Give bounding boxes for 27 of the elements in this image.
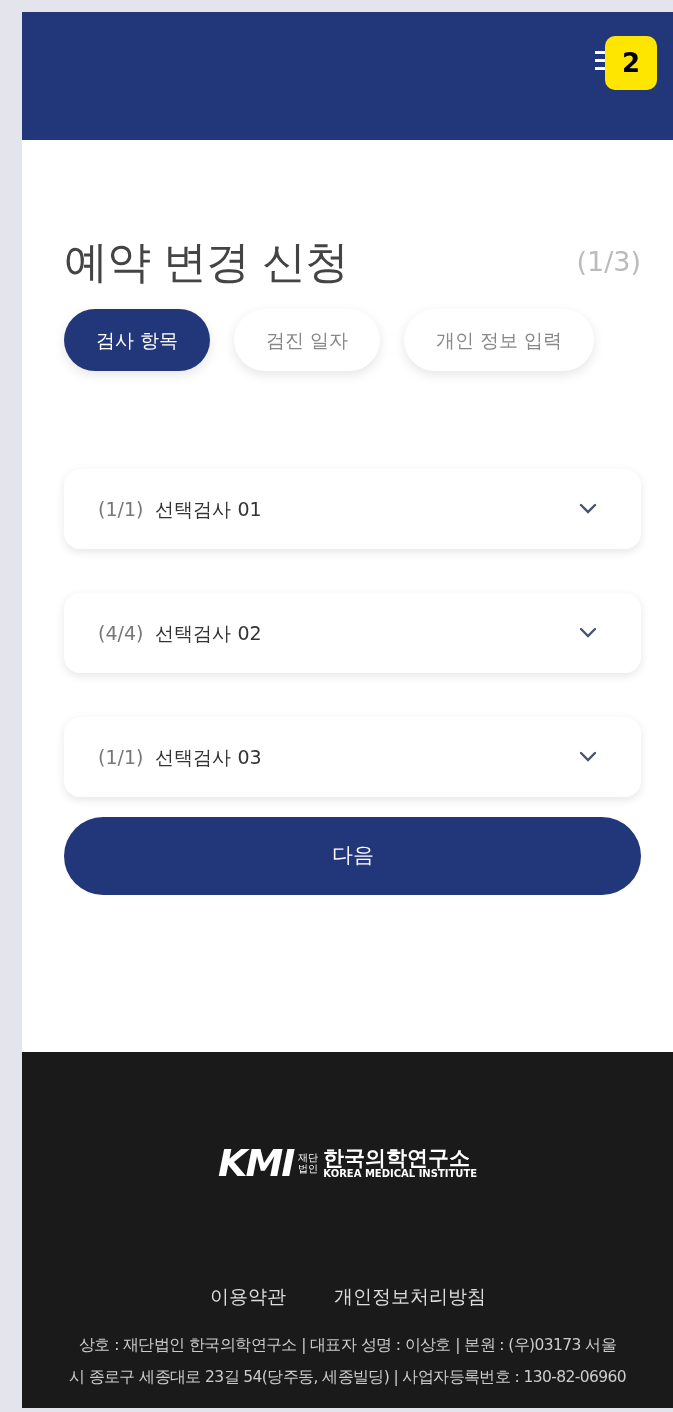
logo-subtitle: KOREA MEDICAL INSTITUTE — [323, 1168, 478, 1179]
section-label: 선택검사 01 — [155, 496, 263, 522]
selection-count: (1/1) — [98, 496, 144, 522]
step-tab[interactable]: 검진 일자 — [234, 308, 381, 371]
step-tab[interactable]: 개인 정보 입력 — [404, 308, 595, 371]
step-tab[interactable]: 검사 항목 — [64, 308, 211, 371]
chevron-down-icon[interactable] — [579, 751, 597, 763]
step-marker: 2 — [605, 36, 657, 90]
logo-prefix: 재단법인 — [297, 1152, 320, 1174]
footer-link[interactable]: 이용약관 — [209, 1282, 286, 1311]
accordion-row[interactable]: (1/1) 선택검사 01 — [64, 468, 641, 549]
chevron-down-icon[interactable] — [579, 627, 597, 639]
selection-count: (1/1) — [98, 744, 144, 770]
step-counter: (1/3) — [576, 245, 641, 280]
logo-mark: KMI — [217, 1144, 294, 1182]
chevron-down-icon[interactable] — [579, 503, 597, 515]
accordion-row[interactable]: (1/1) 선택검사 03 — [64, 716, 641, 797]
section-label: 선택검사 03 — [155, 744, 263, 770]
next-button[interactable]: 다음 — [64, 816, 641, 895]
selection-count: (4/4) — [98, 620, 144, 646]
logo-name: 한국의학연구소 — [323, 1147, 471, 1169]
menu-icon[interactable] — [595, 50, 605, 72]
footer-link[interactable]: 개인정보처리방침 — [333, 1282, 486, 1311]
section-label: 선택검사 02 — [155, 620, 263, 646]
accordion-row[interactable]: (4/4) 선택검사 02 — [64, 592, 641, 673]
company-info: 상호 : 재단법인 한국의학연구소 | 대표자 성명 : 이상호 | 본원 : (우)03173 서울 시 종로구 세종대로 23길 54(당주동, 세종빌딩) | 사업자등록번호 : 130-82-06960 — [67, 1334, 628, 1388]
page-title: 예약 변경 신청 — [64, 236, 348, 289]
